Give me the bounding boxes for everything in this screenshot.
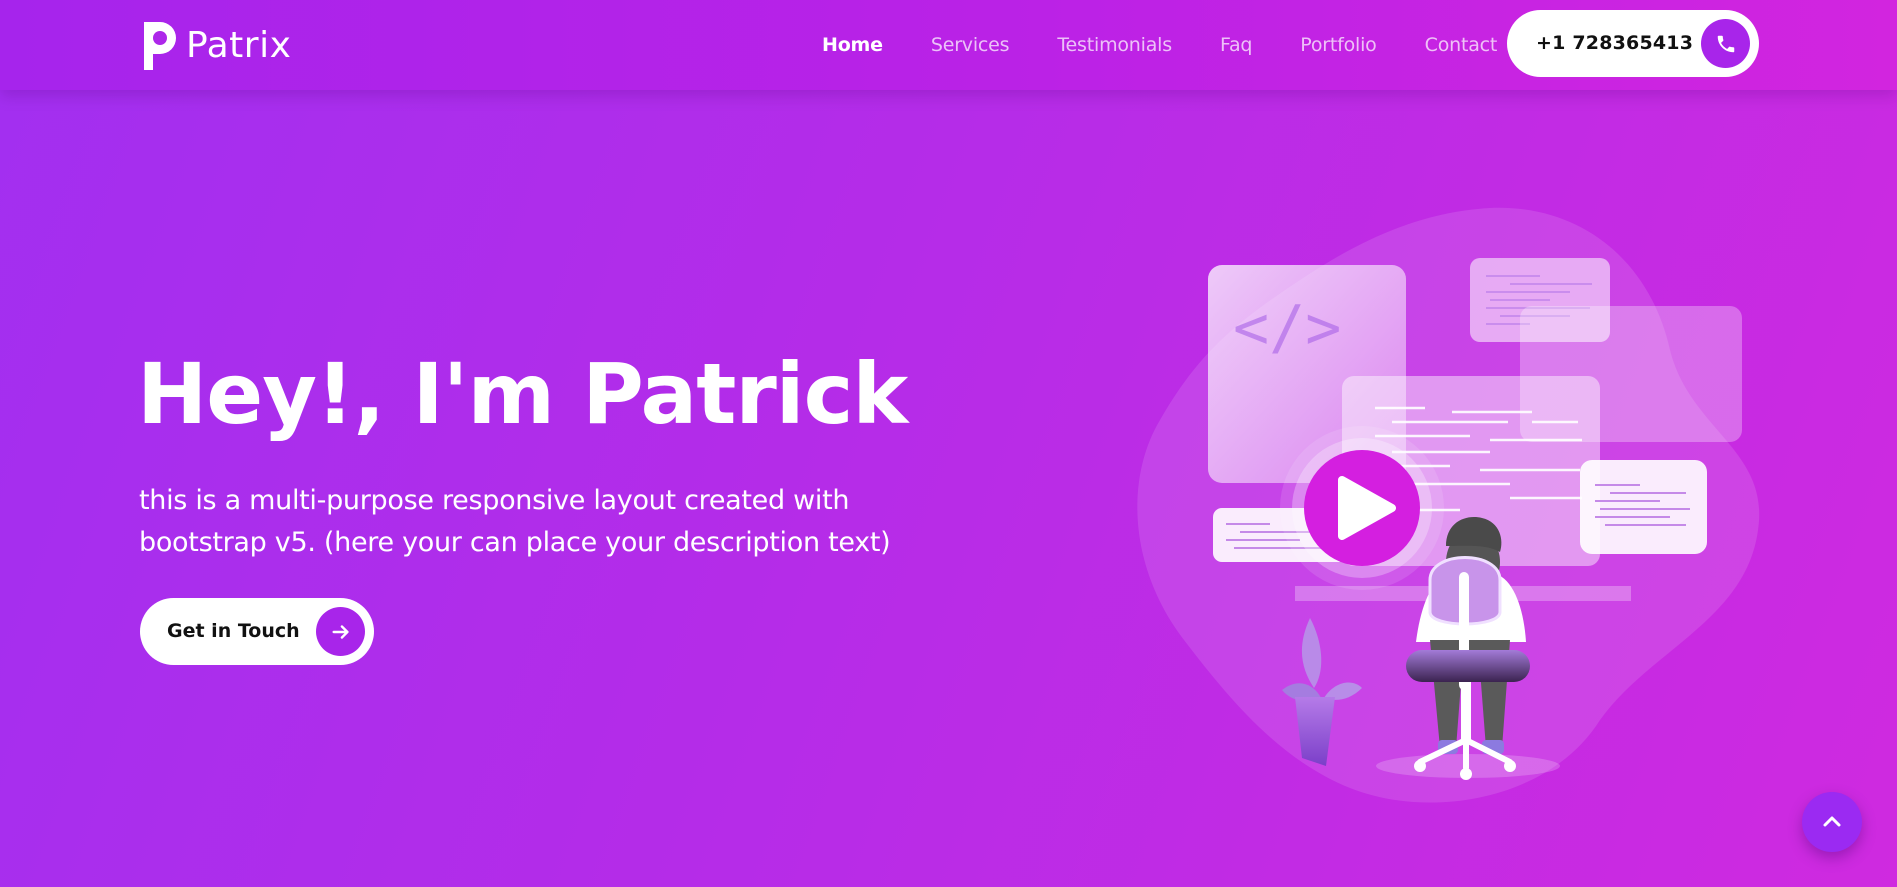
- chevron-up-icon: [1823, 816, 1841, 827]
- nav-portfolio[interactable]: Portfolio: [1300, 34, 1377, 56]
- hero-title: Hey!, I'm Patrick: [137, 345, 908, 443]
- nav-faq[interactable]: Faq: [1220, 34, 1252, 56]
- scroll-to-top-button[interactable]: [1802, 792, 1862, 852]
- nav-home[interactable]: Home: [822, 34, 883, 56]
- get-in-touch-button[interactable]: Get in Touch: [140, 598, 374, 665]
- p-logo-icon: [144, 22, 176, 70]
- nav-contact[interactable]: Contact: [1425, 34, 1498, 56]
- brand-logo[interactable]: Patrix: [140, 16, 291, 74]
- phone-button[interactable]: +1 728365413: [1507, 10, 1759, 77]
- svg-text:</>: </>: [1233, 293, 1341, 363]
- main-nav: Home Services Testimonials Faq Portfolio…: [822, 0, 1545, 90]
- hero-description: this is a multi-purpose responsive layou…: [139, 485, 891, 558]
- hero-illustration: </>: [1137, 207, 1760, 803]
- nav-services[interactable]: Services: [931, 34, 1010, 56]
- phone-icon[interactable]: [1701, 19, 1750, 68]
- nav-testimonials[interactable]: Testimonials: [1057, 34, 1172, 56]
- arrow-right-icon: [316, 607, 365, 656]
- brand-name: Patrix: [186, 24, 292, 66]
- phone-number: +1 728365413: [1536, 32, 1694, 54]
- top-navbar: Patrix Home Services Testimonials Faq Po…: [0, 0, 1897, 90]
- cta-label: Get in Touch: [167, 620, 300, 642]
